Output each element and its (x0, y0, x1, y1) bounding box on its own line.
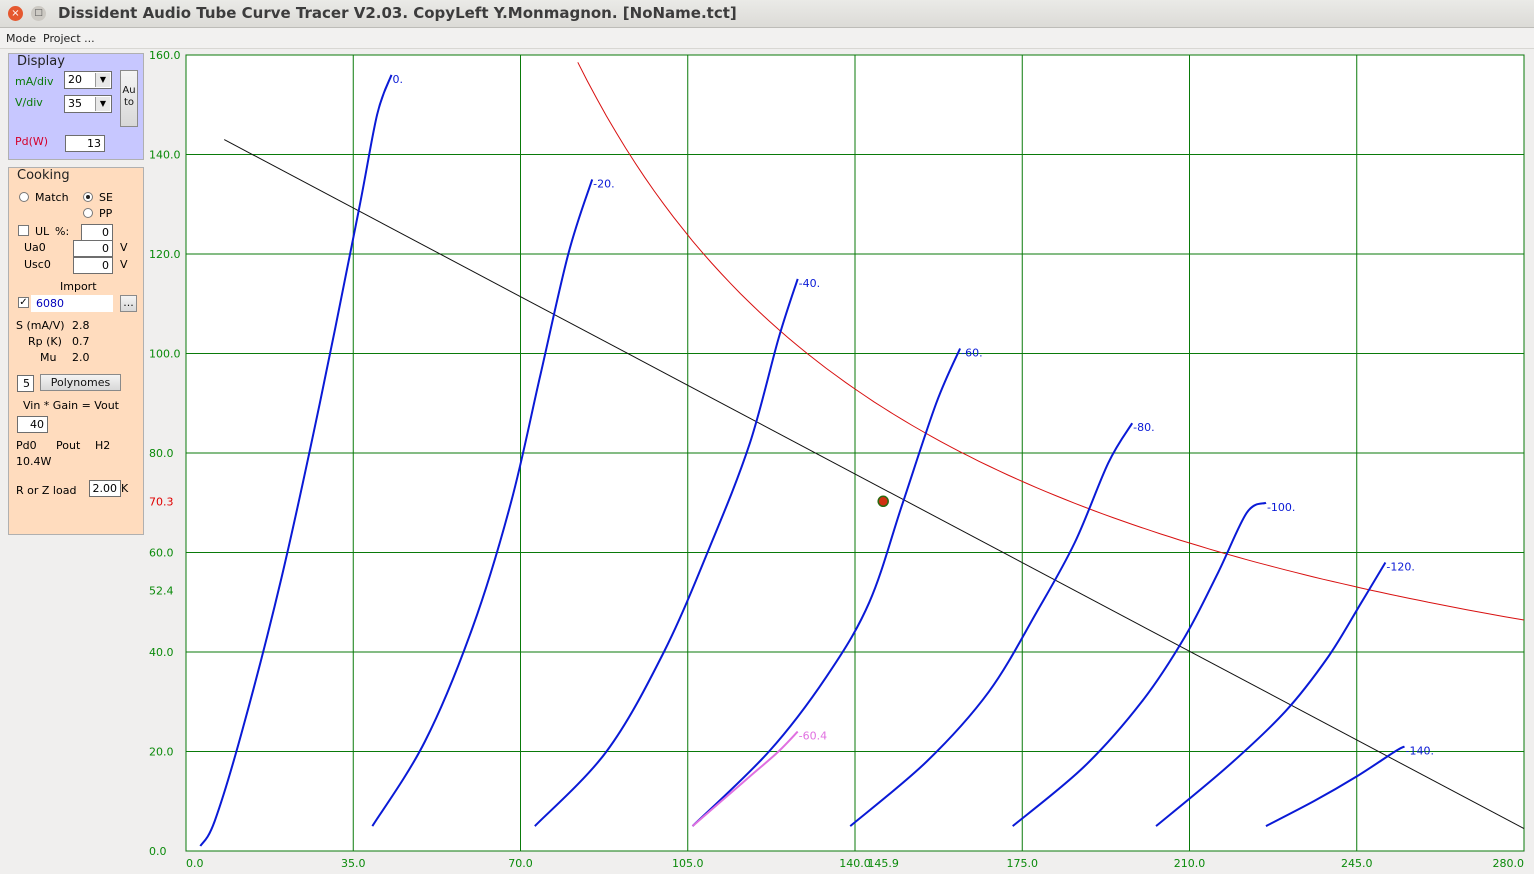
grid-curve-label: -80. (1133, 421, 1154, 434)
gain-equation: Vin * Gain = Vout (23, 399, 119, 412)
highlight-curve-label: -60.4 (799, 730, 827, 743)
v-div-value: 35 (68, 97, 82, 110)
usc0-unit: V (120, 258, 128, 271)
rp-value: 0.7 (72, 335, 90, 348)
match-label: Match (35, 191, 69, 204)
pp-label: PP (99, 207, 113, 220)
y-tick-label: 80.0 (149, 447, 174, 460)
maximize-icon[interactable]: □ (31, 6, 46, 21)
polynomes-button[interactable]: Polynomes (40, 374, 121, 391)
operating-point-x-label: 145.9 (867, 857, 899, 870)
menu-project[interactable]: Project ... (43, 32, 95, 45)
display-panel: Display mA/div 20 ▼ V/div 35 ▼ Auto Pd(W… (8, 53, 144, 160)
v-div-label: V/div (15, 96, 43, 109)
display-legend: Display (15, 54, 67, 69)
y-tick-label: 20.0 (149, 746, 174, 759)
grid-curve-label: -140. (1406, 745, 1434, 758)
y-tick-label: 60.0 (149, 547, 174, 560)
ma-div-value: 20 (68, 73, 82, 86)
rp-label: Rp (K) (28, 335, 62, 348)
se-label: SE (99, 191, 113, 204)
se-radio[interactable] (83, 192, 93, 202)
import-label: Import (60, 280, 97, 293)
cooking-panel: Cooking Match SE PP UL %: 0 Ua0 0 V Usc0… (8, 167, 144, 535)
close-icon[interactable]: × (8, 6, 23, 21)
grid-curve-label: 0. (392, 73, 403, 86)
title-bar: × □ Dissident Audio Tube Curve Tracer V2… (0, 0, 1534, 28)
tube-curve-chart[interactable]: 0.0 35.0 70.0 105.0 140.0 175.0 210.0 245.0 280.… (0, 49, 1534, 874)
ua0-label: Ua0 (24, 241, 46, 254)
chevron-down-icon[interactable]: ▼ (95, 73, 110, 87)
pd-label: Pd(W) (15, 135, 49, 148)
pd0-value: 10.4W (16, 455, 52, 468)
x-tick-label: 175.0 (1007, 857, 1039, 870)
operating-point-marker[interactable] (877, 495, 889, 508)
s-value: 2.8 (72, 319, 90, 332)
chevron-down-icon[interactable]: ▼ (95, 97, 110, 111)
ua0-field[interactable]: 0 (73, 240, 113, 257)
x-tick-label: 105.0 (672, 857, 704, 870)
y-tick-label: 100.0 (149, 348, 181, 361)
x-tick-label: 245.0 (1341, 857, 1373, 870)
x-tick-label: 280.0 (1493, 857, 1525, 870)
x-tick-label: 0.0 (186, 857, 204, 870)
ua0-unit: V (120, 241, 128, 254)
y-tick-label: 140.0 (149, 149, 181, 162)
grid-curve-label: -100. (1267, 501, 1295, 514)
x-tick-label: 70.0 (508, 857, 533, 870)
window-title: Dissident Audio Tube Curve Tracer V2.03.… (58, 4, 737, 22)
grid-curve-label: -60. (961, 347, 982, 360)
pd-field[interactable]: 13 (65, 135, 105, 152)
x-tick-label: 35.0 (341, 857, 366, 870)
load-label: R or Z load (16, 484, 77, 497)
y-tick-label: 120.0 (149, 248, 181, 261)
grid-curve-label: -20. (593, 177, 614, 190)
ul-checkbox[interactable] (18, 225, 29, 236)
ul-percent-label: %: (55, 225, 70, 238)
ul-label: UL (35, 225, 50, 238)
usc0-field[interactable]: 0 (73, 257, 113, 274)
operating-point-y-label: 52.4 (149, 584, 174, 597)
load-unit: K (121, 482, 129, 495)
v-div-select[interactable]: 35 ▼ (64, 95, 112, 113)
x-tick-label: 140.0 (839, 857, 871, 870)
auto-button[interactable]: Auto (120, 70, 138, 127)
pout-label: Pout (56, 439, 81, 452)
h2-label: H2 (95, 439, 111, 452)
pp-radio[interactable] (83, 208, 93, 218)
x-tick-label: 210.0 (1174, 857, 1206, 870)
tube-field[interactable]: 6080 (31, 295, 113, 312)
poly-order-field[interactable]: 5 (17, 375, 34, 392)
mu-label: Mu (40, 351, 57, 364)
grid-curve-label: -120. (1386, 560, 1414, 573)
ma-div-label: mA/div (15, 75, 54, 88)
operating-point-y-label: 70.3 (149, 495, 174, 508)
cooking-legend: Cooking (15, 168, 72, 183)
pd0-label: Pd0 (16, 439, 37, 452)
grid-curve-label: -40. (799, 277, 820, 290)
y-tick-label: 0.0 (149, 845, 167, 858)
y-tick-label: 160.0 (149, 49, 181, 62)
load-field[interactable]: 2.00 (89, 480, 121, 497)
mu-value: 2.0 (72, 351, 90, 364)
y-tick-label: 40.0 (149, 646, 174, 659)
menu-bar: Mode Project ... (0, 28, 1534, 49)
menu-mode[interactable]: Mode (6, 32, 36, 45)
ma-div-select[interactable]: 20 ▼ (64, 71, 112, 89)
match-radio[interactable] (19, 192, 29, 202)
ul-field[interactable]: 0 (81, 224, 113, 241)
tube-checkbox[interactable]: ✓ (18, 297, 29, 308)
usc0-label: Usc0 (24, 258, 51, 271)
s-label: S (mA/V) (16, 319, 65, 332)
browse-button[interactable]: ... (120, 295, 137, 312)
vin-field[interactable]: 40 (17, 416, 48, 433)
